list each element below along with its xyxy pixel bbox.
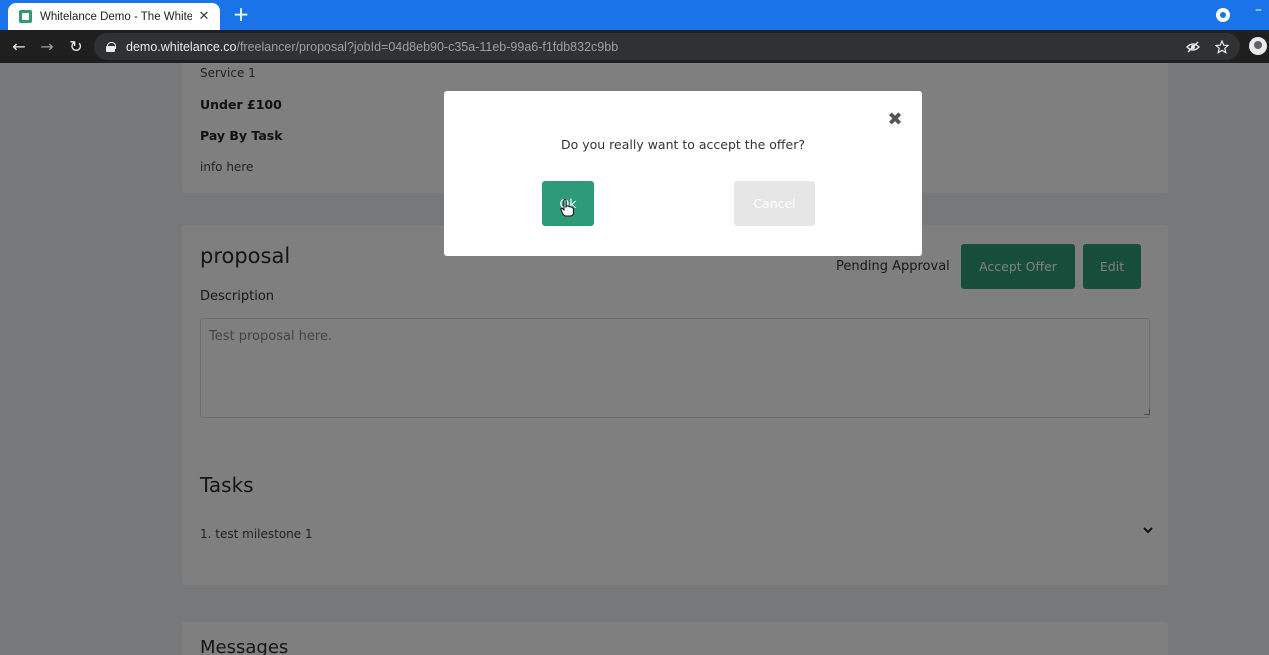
cancel-button[interactable]: Cancel	[734, 181, 815, 226]
eye-off-icon[interactable]	[1186, 40, 1200, 54]
star-icon[interactable]	[1214, 39, 1230, 54]
browser-toolbar: ← → ↻ demo.whitelance.co/freelancer/prop…	[0, 30, 1269, 63]
whitelance-favicon-icon	[19, 10, 32, 23]
close-icon[interactable]: ✖	[886, 111, 904, 129]
hand-pointer-cursor-icon	[560, 199, 574, 217]
new-tab-button[interactable]: +	[230, 3, 252, 25]
chrome-account-icon[interactable]	[1216, 8, 1230, 22]
minimize-window-icon[interactable]: –	[1255, 3, 1267, 17]
tab-close-icon[interactable]: ✕	[196, 9, 212, 24]
incognito-profile-icon[interactable]	[1249, 37, 1267, 55]
dialog-message: Do you really want to accept the offer?	[560, 137, 806, 152]
confirm-accept-dialog: ✖ Do you really want to accept the offer…	[444, 91, 922, 256]
reload-icon[interactable]: ↻	[65, 36, 87, 58]
address-bar[interactable]: demo.whitelance.co/freelancer/proposal?j…	[94, 33, 1240, 60]
back-arrow-icon[interactable]: ←	[8, 36, 30, 58]
url-text[interactable]: demo.whitelance.co/freelancer/proposal?j…	[126, 40, 618, 54]
browser-tab[interactable]: Whitelance Demo - The White La ✕	[8, 3, 220, 30]
lock-icon[interactable]	[106, 41, 116, 52]
forward-arrow-icon[interactable]: →	[36, 36, 58, 58]
tab-title: Whitelance Demo - The White La	[40, 10, 192, 23]
browser-tab-bar: Whitelance Demo - The White La ✕ + –	[0, 0, 1269, 30]
